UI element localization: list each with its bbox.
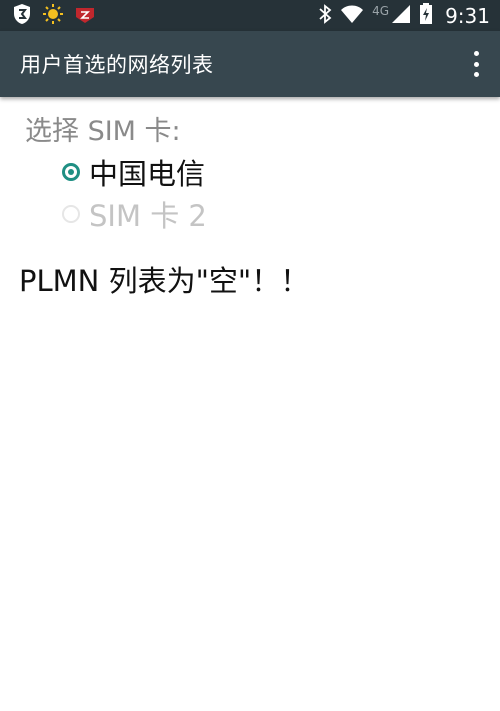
status-bar: 4G 9:31 [0, 0, 500, 31]
signal-icon [391, 4, 411, 28]
sim-option-1[interactable]: 中国电信 [62, 151, 205, 193]
radio-unchecked-icon [62, 205, 80, 223]
more-vert-icon[interactable] [468, 51, 484, 77]
clock: 9:31 [445, 3, 490, 28]
sim-select-label: 选择 SIM 卡: [25, 116, 181, 147]
network-type-label: 4G [372, 3, 390, 18]
sim-option-2: SIM 卡 2 [62, 193, 207, 235]
plmn-empty-message: PLMN 列表为"空"！！ [19, 264, 310, 298]
page-title: 用户首选的网络列表 [20, 53, 214, 77]
system-icons: 4G 9:31 [318, 2, 490, 29]
bluetooth-icon [318, 3, 332, 28]
zhihu-icon [74, 3, 96, 29]
battery-charging-icon [419, 2, 433, 29]
notification-icons [12, 4, 96, 28]
wifi-icon [340, 4, 364, 28]
radio-checked-icon[interactable] [62, 163, 80, 181]
weather-sun-icon [42, 3, 64, 29]
shield-icon [12, 3, 32, 29]
app-bar: 用户首选的网络列表 [0, 31, 500, 97]
sim-option-label: SIM 卡 2 [89, 199, 207, 233]
sim-option-label: 中国电信 [89, 157, 206, 191]
